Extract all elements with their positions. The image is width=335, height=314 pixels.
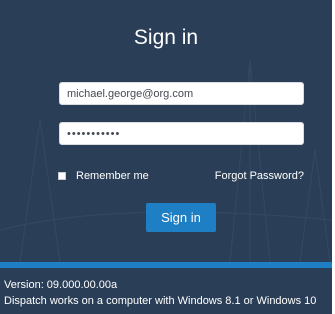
page-title: Sign in [133,26,199,49]
footer: Version: 09.000.00.00a Dispatch works on… [0,268,332,314]
sign-in-button[interactable]: Sign in [146,203,216,232]
password-field[interactable] [59,122,304,145]
login-window: Sign in Remember me Forgot Password? Sig… [0,0,332,314]
login-panel: Sign in Remember me Forgot Password? Sig… [0,0,332,262]
system-requirement-text: Dispatch works on a computer with Window… [4,295,317,307]
remember-me-label: Remember me [76,170,149,182]
remember-me-checkbox[interactable] [58,172,66,180]
forgot-password-link[interactable]: Forgot Password? [215,170,304,182]
remember-me-option[interactable]: Remember me [58,170,149,182]
email-field[interactable] [59,82,304,105]
version-text: Version: 09.000.00.00a [4,279,118,291]
